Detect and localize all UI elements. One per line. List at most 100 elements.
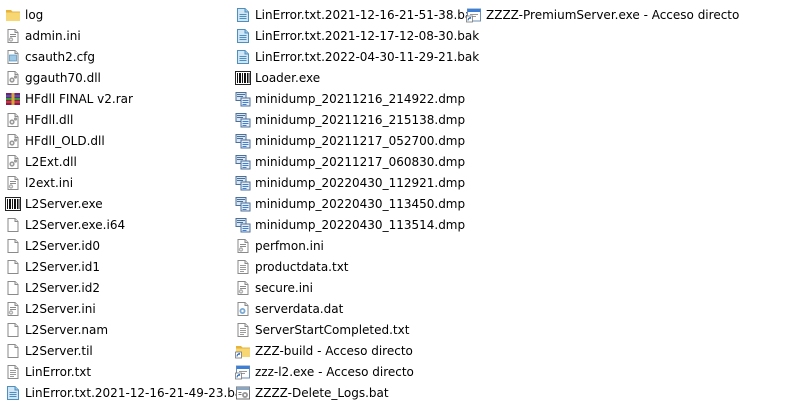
file-name: Loader.exe [255, 70, 321, 85]
dump-file-icon [235, 91, 251, 107]
file-name: minidump_20211216_214922.dmp [255, 91, 466, 106]
dump-file-icon [235, 133, 251, 149]
file-item-minidump-20211216-215138-dmp[interactable]: minidump_20211216_215138.dmp [235, 109, 466, 130]
file-item-zzz-l2-exe-acceso-directo[interactable]: zzz-l2.exe - Acceso directo [235, 361, 463, 382]
file-name: L2Server.ini [25, 301, 96, 316]
exe-barcode-icon [5, 196, 21, 212]
blank-file-icon [5, 217, 21, 233]
file-name: l2ext.ini [25, 175, 74, 190]
file-name: HFdll FINAL v2.rar [25, 91, 133, 106]
text-file-icon [5, 364, 21, 380]
file-item-linerror-txt-2021-12-16-21-51-38-bak[interactable]: LinError.txt.2021-12-16-21-51-38.bak [235, 4, 479, 25]
file-item-perfmon-ini[interactable]: perfmon.ini [235, 235, 463, 256]
bak-file-icon [5, 385, 21, 401]
file-name: ZZZZ-Delete_Logs.bat [255, 385, 389, 400]
file-item-linerror-txt-2021-12-17-12-08-30-bak[interactable]: LinError.txt.2021-12-17-12-08-30.bak [235, 25, 479, 46]
file-item-ggauth70-dll[interactable]: ggauth70.dll [5, 67, 233, 88]
text-file-icon [235, 322, 251, 338]
file-item-minidump-20211216-214922-dmp[interactable]: minidump_20211216_214922.dmp [235, 88, 466, 109]
file-item-minidump-20220430-113450-dmp[interactable]: minidump_20220430_113450.dmp [235, 193, 466, 214]
file-name: HFdll_OLD.dll [25, 133, 105, 148]
file-name: L2Server.til [25, 343, 93, 358]
file-name: ZZZZ-PremiumServer.exe - Acceso directo [486, 7, 740, 22]
file-name: L2Server.id1 [25, 259, 100, 274]
file-item-secure-ini[interactable]: secure.ini [235, 277, 463, 298]
file-item-productdata-txt[interactable]: productdata.txt [235, 256, 463, 277]
file-name: log [25, 7, 44, 22]
file-name: minidump_20220430_112921.dmp [255, 175, 466, 190]
rar-archive-icon [5, 91, 21, 107]
file-item-csauth2-cfg[interactable]: csauth2.cfg [5, 46, 233, 67]
bak-file-icon [235, 7, 251, 23]
file-item-l2server-id0[interactable]: L2Server.id0 [5, 235, 233, 256]
file-item-minidump-20220430-113514-dmp[interactable]: minidump_20220430_113514.dmp [235, 214, 466, 235]
file-item-log[interactable]: log [5, 4, 233, 25]
file-name: admin.ini [25, 28, 81, 43]
config-file-icon [235, 280, 251, 296]
dll-file-icon [5, 70, 21, 86]
bak-file-icon [235, 49, 251, 65]
file-item-l2server-exe[interactable]: L2Server.exe [5, 193, 233, 214]
file-name: LinError.txt.2021-12-16-21-51-38.bak [255, 7, 480, 22]
blank-file-icon [5, 322, 21, 338]
file-item-minidump-20220430-112921-dmp[interactable]: minidump_20220430_112921.dmp [235, 172, 466, 193]
blank-file-icon [5, 238, 21, 254]
file-name: serverdata.dat [255, 301, 344, 316]
dll-file-icon [5, 112, 21, 128]
file-item-l2server-id1[interactable]: L2Server.id1 [5, 256, 233, 277]
file-item-minidump-20211217-052700-dmp[interactable]: minidump_20211217_052700.dmp [235, 130, 465, 151]
folder-icon [5, 7, 21, 23]
folder-shortcut-icon [235, 343, 251, 359]
file-name: L2Server.exe.i64 [25, 217, 126, 232]
blank-file-icon [5, 280, 21, 296]
file-name: zzz-l2.exe - Acceso directo [255, 364, 414, 379]
file-item-loader-exe[interactable]: Loader.exe [235, 67, 463, 88]
exe-shortcut-icon [466, 7, 482, 23]
file-name: minidump_20211216_215138.dmp [255, 112, 466, 127]
file-name: LinError.txt [25, 364, 92, 379]
file-item-l2server-exe-i64[interactable]: L2Server.exe.i64 [5, 214, 233, 235]
file-item-linerror-txt[interactable]: LinError.txt [5, 361, 233, 382]
file-column-2: LinError.txt.2021-12-16-21-51-38.bak Lin… [235, 4, 479, 403]
file-name: csauth2.cfg [25, 49, 96, 64]
dump-file-icon [235, 175, 251, 191]
file-item-l2server-til[interactable]: L2Server.til [5, 340, 233, 361]
file-name: minidump_20220430_113514.dmp [255, 217, 466, 232]
batch-file-icon [235, 385, 251, 401]
file-name: minidump_20220430_113450.dmp [255, 196, 466, 211]
file-item-serverdata-dat[interactable]: serverdata.dat [235, 298, 463, 319]
file-item-l2server-nam[interactable]: L2Server.nam [5, 319, 233, 340]
file-column-3: ZZZZ-PremiumServer.exe - Acceso directo [466, 4, 766, 25]
file-name: ServerStartCompleted.txt [255, 322, 410, 337]
file-item-zzzz-premiumserver-exe-acceso-directo[interactable]: ZZZZ-PremiumServer.exe - Acceso directo [466, 4, 766, 25]
file-name: L2Ext.dll [25, 154, 77, 169]
file-item-hfdll-dll[interactable]: HFdll.dll [5, 109, 233, 130]
blank-file-icon [5, 343, 21, 359]
config-file-icon [5, 28, 21, 44]
file-item-hfdll-old-dll[interactable]: HFdll_OLD.dll [5, 130, 233, 151]
cfg-file-icon [5, 49, 21, 65]
dll-file-icon [5, 154, 21, 170]
file-item-admin-ini[interactable]: admin.ini [5, 25, 233, 46]
file-item-l2ext-dll[interactable]: L2Ext.dll [5, 151, 233, 172]
dump-file-icon [235, 154, 251, 170]
file-name: LinError.txt.2021-12-17-12-08-30.bak [255, 28, 480, 43]
file-item-l2ext-ini[interactable]: l2ext.ini [5, 172, 233, 193]
file-item-serverstartcompleted-txt[interactable]: ServerStartCompleted.txt [235, 319, 463, 340]
file-item-l2server-id2[interactable]: L2Server.id2 [5, 277, 233, 298]
file-item-minidump-20211217-060830-dmp[interactable]: minidump_20211217_060830.dmp [235, 151, 465, 172]
file-name: L2Server.nam [25, 322, 109, 337]
file-item-linerror-txt-2021-12-16-21-49-23-bak[interactable]: LinError.txt.2021-12-16-21-49-23.bak [5, 382, 249, 403]
file-item-linerror-txt-2022-04-30-11-29-21-bak[interactable]: LinError.txt.2022-04-30-11-29-21.bak [235, 46, 479, 67]
file-name: secure.ini [255, 280, 313, 295]
config-file-icon [235, 238, 251, 254]
file-item-hfdll-final-v2-rar[interactable]: HFdll FINAL v2.rar [5, 88, 233, 109]
file-name: L2Server.id2 [25, 280, 100, 295]
file-name: LinError.txt.2021-12-16-21-49-23.bak [25, 385, 250, 400]
file-item-zzz-build-acceso-directo[interactable]: ZZZ-build - Acceso directo [235, 340, 463, 361]
file-item-l2server-ini[interactable]: L2Server.ini [5, 298, 233, 319]
exe-shortcut-icon [235, 364, 251, 380]
file-name: productdata.txt [255, 259, 349, 274]
file-item-zzzz-delete-logs-bat[interactable]: ZZZZ-Delete_Logs.bat [235, 382, 463, 403]
file-name: LinError.txt.2022-04-30-11-29-21.bak [255, 49, 480, 64]
